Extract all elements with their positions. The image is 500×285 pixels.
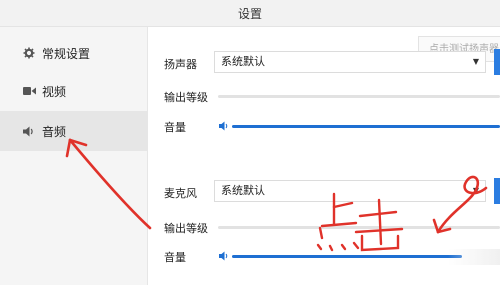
- title-bar: 设置: [0, 0, 500, 27]
- microphone-device-select[interactable]: 系统默认 ▼: [214, 180, 486, 202]
- speaker-test-button[interactable]: [494, 49, 500, 75]
- microphone-volume-label: 音量: [164, 251, 186, 264]
- microphone-output-level-label: 输出等级: [164, 222, 208, 235]
- microphone-device-value: 系统默认: [221, 184, 265, 197]
- sidebar-item-general[interactable]: 常规设置: [0, 35, 147, 71]
- microphone-output-level-meter: [218, 226, 500, 229]
- sidebar-item-audio[interactable]: 音频: [0, 111, 147, 151]
- microphone-volume-slider[interactable]: [232, 255, 462, 258]
- window-title: 设置: [237, 7, 262, 21]
- speaker-label: 扬声器: [164, 58, 197, 71]
- sidebar-item-label: 音频: [42, 124, 67, 139]
- sidebar-item-label: 视频: [42, 84, 67, 99]
- speaker-device-value: 系统默认: [221, 55, 265, 68]
- sidebar-item-label: 常规设置: [42, 46, 91, 61]
- speaker-volume-icon: [219, 121, 228, 131]
- speaker-volume-label: 音量: [164, 121, 186, 134]
- speaker-output-level-label: 输出等级: [164, 91, 208, 104]
- speaker-device-select[interactable]: 系统默认 ▼: [214, 51, 486, 73]
- video-camera-icon: [22, 84, 36, 98]
- chevron-down-icon: ▼: [472, 57, 479, 66]
- speaker-volume-slider[interactable]: [232, 125, 500, 128]
- slider-end-fade: [448, 249, 500, 265]
- speaker-icon: [22, 124, 36, 138]
- speaker-output-level-meter: [218, 95, 500, 98]
- audio-settings-panel: 点击测试扬声器 扬声器 系统默认 ▼ 输出等级 音量 麦克风 系统默认 ▼ 输出…: [148, 27, 500, 285]
- microphone-volume-icon: [219, 251, 228, 261]
- settings-sidebar: 常规设置 视频 音频: [0, 27, 148, 285]
- chevron-down-icon: ▼: [472, 186, 479, 195]
- microphone-label: 麦克风: [164, 187, 197, 200]
- gear-icon: [22, 46, 36, 60]
- microphone-test-button[interactable]: [494, 178, 500, 204]
- sidebar-item-video[interactable]: 视频: [0, 73, 147, 109]
